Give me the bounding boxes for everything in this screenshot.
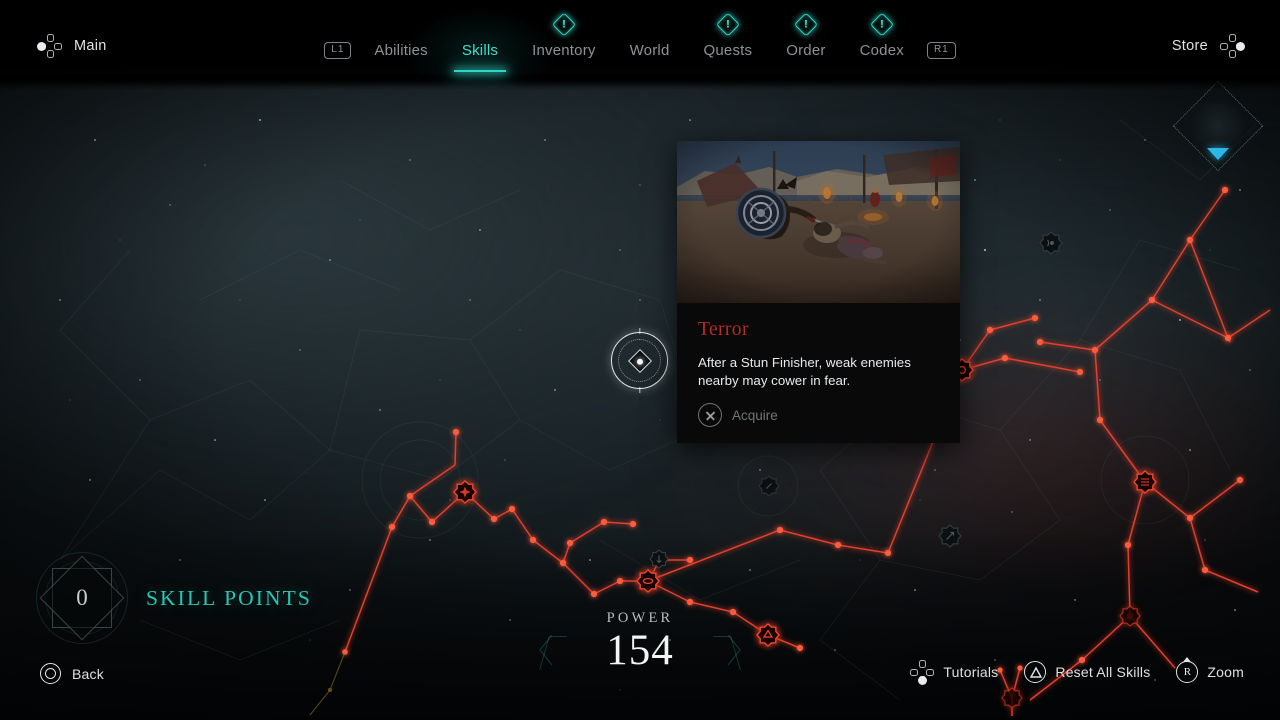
skill-points-value: 0 bbox=[76, 585, 88, 610]
skill-description: After a Stun Finisher, weak enemies near… bbox=[698, 355, 911, 388]
skill-tree-overview-minimap[interactable] bbox=[1172, 80, 1264, 172]
acquire-button[interactable]: Acquire bbox=[698, 403, 939, 428]
tab-world-label: World bbox=[629, 42, 670, 59]
tab-abilities-label: Abilities bbox=[374, 42, 428, 59]
tab-world[interactable]: World bbox=[613, 42, 687, 59]
minimap-pointer-icon bbox=[1207, 148, 1229, 160]
skill-preview-image bbox=[677, 141, 960, 303]
circle-button-icon bbox=[40, 663, 61, 684]
bumper-right-icon[interactable]: R1 bbox=[926, 42, 956, 59]
cursor-tick-bottom bbox=[638, 387, 641, 393]
zoom-label: Zoom bbox=[1207, 664, 1244, 680]
cursor-tick-top bbox=[638, 328, 641, 334]
power-chevron-left-icon bbox=[544, 636, 562, 670]
skill-node-major bbox=[631, 564, 665, 598]
skill-node-locked bbox=[649, 549, 669, 569]
skill-node-major bbox=[1001, 687, 1023, 709]
tab-order-label: Order bbox=[786, 42, 826, 59]
back-button[interactable]: Back bbox=[40, 663, 104, 684]
skill-title: Terror bbox=[698, 319, 749, 340]
skill-node-major bbox=[1128, 465, 1162, 499]
power-chevron-right-icon bbox=[718, 636, 736, 670]
topbar-torn-edge bbox=[0, 74, 1280, 90]
skill-points-label: SKILL POINTS bbox=[146, 585, 312, 610]
skill-node-locked bbox=[1039, 231, 1063, 255]
tab-codex[interactable]: Codex bbox=[843, 12, 921, 59]
dpad-down-icon bbox=[910, 660, 935, 685]
tab-skills[interactable]: Skills bbox=[404, 7, 555, 94]
tab-inventory-label: Inventory bbox=[532, 42, 596, 59]
skill-tree-screen: Terror After a Stun Finisher, weak enemi… bbox=[0, 0, 1280, 720]
acquire-label: Acquire bbox=[732, 407, 778, 423]
skill-node-major bbox=[448, 475, 482, 509]
tab-inventory[interactable]: Inventory bbox=[515, 12, 613, 59]
triangle-button-icon bbox=[1024, 661, 1047, 683]
tutorials-label: Tutorials bbox=[943, 664, 999, 680]
skill-detail-body: Terror After a Stun Finisher, weak enemi… bbox=[677, 303, 960, 443]
tab-abilities[interactable]: Abilities bbox=[357, 42, 445, 59]
tab-bar: L1 Abilities Skills Inventory World Ques… bbox=[0, 7, 1280, 94]
tutorials-button[interactable]: Tutorials bbox=[910, 660, 999, 685]
back-label: Back bbox=[72, 665, 104, 682]
tab-quests-label: Quests bbox=[703, 42, 753, 59]
skill-node-locked bbox=[938, 524, 962, 548]
skill-node-selected-cursor[interactable] bbox=[611, 328, 668, 393]
zoom-button[interactable]: R Zoom bbox=[1176, 657, 1244, 683]
tab-codex-label: Codex bbox=[859, 42, 904, 59]
cross-button-icon bbox=[698, 403, 722, 428]
reset-all-skills-label: Reset All Skills bbox=[1055, 664, 1151, 680]
bumper-left-icon[interactable]: L1 bbox=[324, 42, 352, 59]
reset-all-skills-button[interactable]: Reset All Skills bbox=[1024, 661, 1150, 683]
bottom-action-prompts: Tutorials Reset All Skills R Zoom bbox=[910, 657, 1244, 685]
tab-quests[interactable]: Quests bbox=[687, 12, 770, 59]
tab-active-underline bbox=[453, 69, 506, 72]
skill-node-locked bbox=[758, 475, 780, 497]
power-label: POWER bbox=[606, 610, 674, 626]
tab-skills-label: Skills bbox=[461, 42, 499, 59]
tab-order[interactable]: Order bbox=[769, 12, 842, 59]
skill-detail-card: Terror After a Stun Finisher, weak enemi… bbox=[677, 141, 960, 444]
right-stick-icon: R bbox=[1176, 657, 1199, 683]
